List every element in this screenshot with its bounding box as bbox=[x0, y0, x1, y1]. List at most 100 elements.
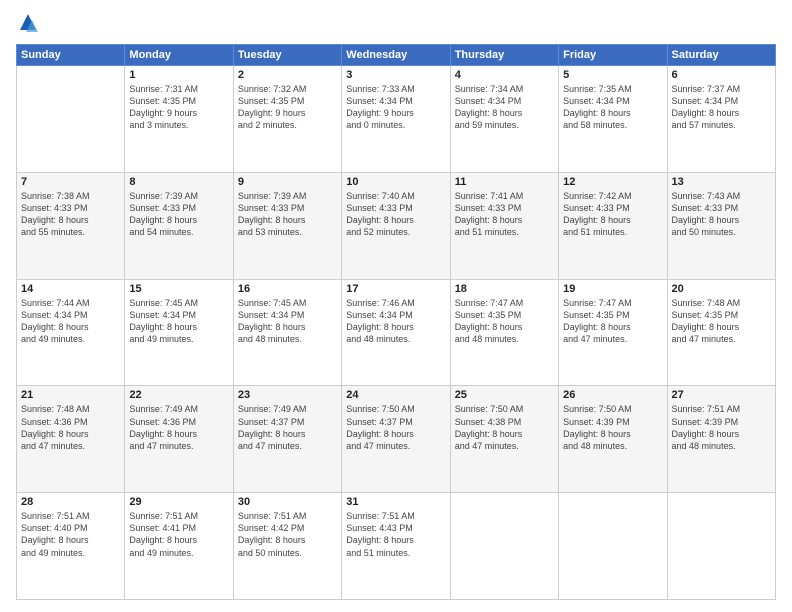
day-detail: Sunrise: 7:51 AM Sunset: 4:40 PM Dayligh… bbox=[21, 510, 120, 559]
day-detail: Sunrise: 7:40 AM Sunset: 4:33 PM Dayligh… bbox=[346, 190, 445, 239]
day-detail: Sunrise: 7:31 AM Sunset: 4:35 PM Dayligh… bbox=[129, 83, 228, 132]
day-number: 23 bbox=[238, 389, 337, 401]
calendar-table: SundayMondayTuesdayWednesdayThursdayFrid… bbox=[16, 44, 776, 600]
day-number: 7 bbox=[21, 176, 120, 188]
day-number: 24 bbox=[346, 389, 445, 401]
day-detail: Sunrise: 7:34 AM Sunset: 4:34 PM Dayligh… bbox=[455, 83, 554, 132]
calendar-cell: 24 Sunrise: 7:50 AM Sunset: 4:37 PM Dayli… bbox=[342, 386, 450, 493]
day-header-thursday: Thursday bbox=[450, 45, 558, 66]
calendar-cell: 1 Sunrise: 7:31 AM Sunset: 4:35 PM Daylig… bbox=[125, 66, 233, 173]
day-detail: Sunrise: 7:33 AM Sunset: 4:34 PM Dayligh… bbox=[346, 83, 445, 132]
day-detail: Sunrise: 7:46 AM Sunset: 4:34 PM Dayligh… bbox=[346, 297, 445, 346]
day-header-monday: Monday bbox=[125, 45, 233, 66]
day-detail: Sunrise: 7:44 AM Sunset: 4:34 PM Dayligh… bbox=[21, 297, 120, 346]
day-header-friday: Friday bbox=[559, 45, 667, 66]
calendar-cell: 20 Sunrise: 7:48 AM Sunset: 4:35 PM Dayli… bbox=[667, 279, 775, 386]
calendar-cell: 2 Sunrise: 7:32 AM Sunset: 4:35 PM Daylig… bbox=[233, 66, 341, 173]
day-detail: Sunrise: 7:39 AM Sunset: 4:33 PM Dayligh… bbox=[129, 190, 228, 239]
calendar-cell: 23 Sunrise: 7:49 AM Sunset: 4:37 PM Dayli… bbox=[233, 386, 341, 493]
day-detail: Sunrise: 7:41 AM Sunset: 4:33 PM Dayligh… bbox=[455, 190, 554, 239]
day-number: 10 bbox=[346, 176, 445, 188]
calendar-cell: 26Sunrise: 7:50 AM Sunset: 4:39 PM Dayli… bbox=[559, 386, 667, 493]
day-number: 28 bbox=[21, 496, 120, 508]
calendar-cell: 12Sunrise: 7:42 AM Sunset: 4:33 PM Dayli… bbox=[559, 172, 667, 279]
day-detail: Sunrise: 7:48 AM Sunset: 4:35 PM Dayligh… bbox=[672, 297, 771, 346]
day-detail: Sunrise: 7:51 AM Sunset: 4:39 PM Dayligh… bbox=[672, 403, 771, 452]
day-number: 19 bbox=[563, 283, 662, 295]
day-number: 21 bbox=[21, 389, 120, 401]
calendar-week-3: 14 Sunrise: 7:44 AM Sunset: 4:34 PM Dayli… bbox=[17, 279, 776, 386]
header bbox=[16, 12, 776, 36]
day-detail: Sunrise: 7:51 AM Sunset: 4:43 PM Dayligh… bbox=[346, 510, 445, 559]
logo bbox=[16, 12, 44, 36]
calendar-cell: 16Sunrise: 7:45 AM Sunset: 4:34 PM Dayli… bbox=[233, 279, 341, 386]
calendar-cell: 19 Sunrise: 7:47 AM Sunset: 4:35 PM Dayli… bbox=[559, 279, 667, 386]
day-number: 1 bbox=[129, 69, 228, 81]
day-header-tuesday: Tuesday bbox=[233, 45, 341, 66]
day-number: 13 bbox=[672, 176, 771, 188]
day-number: 15 bbox=[129, 283, 228, 295]
day-detail: Sunrise: 7:50 AM Sunset: 4:38 PM Dayligh… bbox=[455, 403, 554, 452]
calendar-cell bbox=[17, 66, 125, 173]
calendar-header-row: SundayMondayTuesdayWednesdayThursdayFrid… bbox=[17, 45, 776, 66]
day-number: 2 bbox=[238, 69, 337, 81]
calendar-cell: 27 Sunrise: 7:51 AM Sunset: 4:39 PM Dayli… bbox=[667, 386, 775, 493]
day-header-wednesday: Wednesday bbox=[342, 45, 450, 66]
calendar-cell: 3 Sunrise: 7:33 AM Sunset: 4:34 PM Daylig… bbox=[342, 66, 450, 173]
day-number: 20 bbox=[672, 283, 771, 295]
day-detail: Sunrise: 7:47 AM Sunset: 4:35 PM Dayligh… bbox=[455, 297, 554, 346]
day-detail: Sunrise: 7:32 AM Sunset: 4:35 PM Dayligh… bbox=[238, 83, 337, 132]
calendar-cell: 29 Sunrise: 7:51 AM Sunset: 4:41 PM Dayli… bbox=[125, 493, 233, 600]
day-detail: Sunrise: 7:47 AM Sunset: 4:35 PM Dayligh… bbox=[563, 297, 662, 346]
calendar-cell: 6Sunrise: 7:37 AM Sunset: 4:34 PM Daylig… bbox=[667, 66, 775, 173]
calendar-week-2: 7 Sunrise: 7:38 AM Sunset: 4:33 PM Daylig… bbox=[17, 172, 776, 279]
calendar-cell bbox=[559, 493, 667, 600]
calendar-cell: 4 Sunrise: 7:34 AM Sunset: 4:34 PM Daylig… bbox=[450, 66, 558, 173]
day-detail: Sunrise: 7:45 AM Sunset: 4:34 PM Dayligh… bbox=[238, 297, 337, 346]
day-number: 8 bbox=[129, 176, 228, 188]
calendar-cell: 21 Sunrise: 7:48 AM Sunset: 4:36 PM Dayli… bbox=[17, 386, 125, 493]
day-detail: Sunrise: 7:51 AM Sunset: 4:41 PM Dayligh… bbox=[129, 510, 228, 559]
calendar-cell bbox=[667, 493, 775, 600]
day-detail: Sunrise: 7:48 AM Sunset: 4:36 PM Dayligh… bbox=[21, 403, 120, 452]
calendar-cell: 10 Sunrise: 7:40 AM Sunset: 4:33 PM Dayli… bbox=[342, 172, 450, 279]
calendar-cell: 11 Sunrise: 7:41 AM Sunset: 4:33 PM Dayli… bbox=[450, 172, 558, 279]
day-number: 5 bbox=[563, 69, 662, 81]
calendar-cell: 25 Sunrise: 7:50 AM Sunset: 4:38 PM Dayli… bbox=[450, 386, 558, 493]
day-number: 9 bbox=[238, 176, 337, 188]
day-detail: Sunrise: 7:51 AM Sunset: 4:42 PM Dayligh… bbox=[238, 510, 337, 559]
calendar-cell: 31Sunrise: 7:51 AM Sunset: 4:43 PM Dayli… bbox=[342, 493, 450, 600]
calendar-cell: 17 Sunrise: 7:46 AM Sunset: 4:34 PM Dayli… bbox=[342, 279, 450, 386]
day-number: 26 bbox=[563, 389, 662, 401]
day-number: 25 bbox=[455, 389, 554, 401]
day-number: 29 bbox=[129, 496, 228, 508]
day-number: 17 bbox=[346, 283, 445, 295]
day-detail: Sunrise: 7:49 AM Sunset: 4:36 PM Dayligh… bbox=[129, 403, 228, 452]
day-number: 27 bbox=[672, 389, 771, 401]
day-number: 4 bbox=[455, 69, 554, 81]
day-number: 11 bbox=[455, 176, 554, 188]
calendar-cell: 8 Sunrise: 7:39 AM Sunset: 4:33 PM Daylig… bbox=[125, 172, 233, 279]
calendar-cell bbox=[450, 493, 558, 600]
day-detail: Sunrise: 7:50 AM Sunset: 4:37 PM Dayligh… bbox=[346, 403, 445, 452]
day-number: 14 bbox=[21, 283, 120, 295]
calendar-cell: 14 Sunrise: 7:44 AM Sunset: 4:34 PM Dayli… bbox=[17, 279, 125, 386]
day-number: 3 bbox=[346, 69, 445, 81]
calendar-cell: 9 Sunrise: 7:39 AM Sunset: 4:33 PM Daylig… bbox=[233, 172, 341, 279]
day-number: 18 bbox=[455, 283, 554, 295]
day-detail: Sunrise: 7:37 AM Sunset: 4:34 PM Dayligh… bbox=[672, 83, 771, 132]
calendar-cell: 7 Sunrise: 7:38 AM Sunset: 4:33 PM Daylig… bbox=[17, 172, 125, 279]
calendar-week-4: 21 Sunrise: 7:48 AM Sunset: 4:36 PM Dayli… bbox=[17, 386, 776, 493]
day-detail: Sunrise: 7:38 AM Sunset: 4:33 PM Dayligh… bbox=[21, 190, 120, 239]
calendar-week-1: 1 Sunrise: 7:31 AM Sunset: 4:35 PM Daylig… bbox=[17, 66, 776, 173]
day-header-saturday: Saturday bbox=[667, 45, 775, 66]
calendar-cell: 5Sunrise: 7:35 AM Sunset: 4:34 PM Daylig… bbox=[559, 66, 667, 173]
day-header-sunday: Sunday bbox=[17, 45, 125, 66]
day-detail: Sunrise: 7:49 AM Sunset: 4:37 PM Dayligh… bbox=[238, 403, 337, 452]
day-detail: Sunrise: 7:43 AM Sunset: 4:33 PM Dayligh… bbox=[672, 190, 771, 239]
day-number: 30 bbox=[238, 496, 337, 508]
calendar-cell: 15Sunrise: 7:45 AM Sunset: 4:34 PM Dayli… bbox=[125, 279, 233, 386]
day-number: 22 bbox=[129, 389, 228, 401]
day-detail: Sunrise: 7:39 AM Sunset: 4:33 PM Dayligh… bbox=[238, 190, 337, 239]
calendar-cell: 30 Sunrise: 7:51 AM Sunset: 4:42 PM Dayli… bbox=[233, 493, 341, 600]
